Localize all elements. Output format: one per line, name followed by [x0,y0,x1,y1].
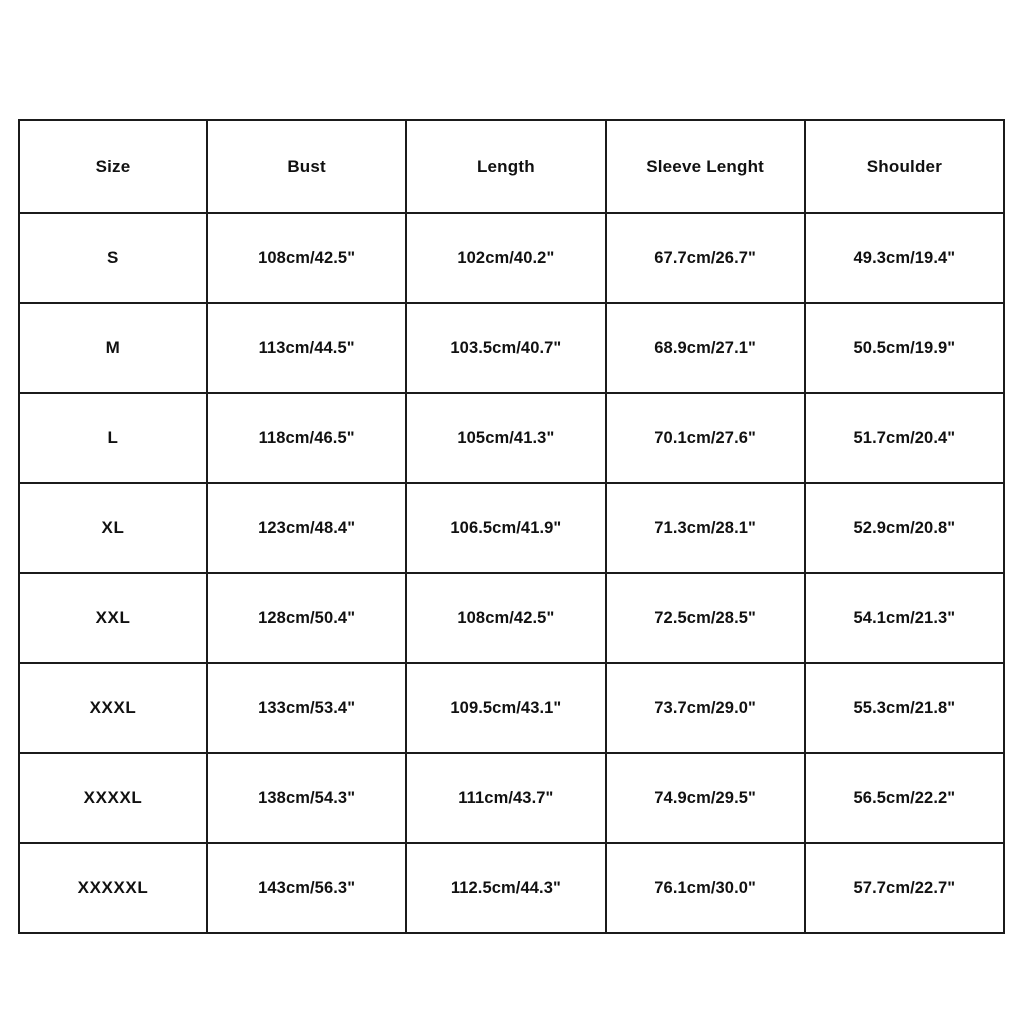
cell-size: S [18,212,208,304]
column-header-size: Size [18,119,208,214]
cell-shoulder: 55.3cm/21.8" [803,662,1006,754]
cell-bust: 108cm/42.5" [205,212,408,304]
cell-size: M [18,302,208,394]
column-header-bust: Bust [205,119,408,214]
cell-length: 103.5cm/40.7" [405,302,607,394]
cell-sleeve-length: 71.3cm/28.1" [604,482,806,574]
size-chart-page: Size Bust Length Sleeve Lenght Shoulder … [0,0,1024,1024]
column-header-sleeve-length: Sleeve Lenght [604,119,806,214]
cell-size: XXXXL [18,752,208,844]
cell-shoulder: 54.1cm/21.3" [803,572,1006,664]
column-header-length: Length [405,119,607,214]
cell-length: 105cm/41.3" [405,392,607,484]
cell-length: 106.5cm/41.9" [405,482,607,574]
cell-size: XXXL [18,662,208,754]
table-row: M 113cm/44.5" 103.5cm/40.7" 68.9cm/27.1"… [18,302,1006,394]
cell-shoulder: 52.9cm/20.8" [803,482,1006,574]
size-chart-table: Size Bust Length Sleeve Lenght Shoulder … [18,119,1006,934]
cell-sleeve-length: 73.7cm/29.0" [604,662,806,754]
cell-size: XL [18,482,208,574]
cell-bust: 138cm/54.3" [205,752,408,844]
table-row: L 118cm/46.5" 105cm/41.3" 70.1cm/27.6" 5… [18,392,1006,484]
cell-shoulder: 56.5cm/22.2" [803,752,1006,844]
cell-length: 112.5cm/44.3" [405,842,607,934]
cell-sleeve-length: 72.5cm/28.5" [604,572,806,664]
table-header: Size Bust Length Sleeve Lenght Shoulder [18,119,1006,214]
table-row: S 108cm/42.5" 102cm/40.2" 67.7cm/26.7" 4… [18,212,1006,304]
cell-bust: 123cm/48.4" [205,482,408,574]
cell-length: 111cm/43.7" [405,752,607,844]
cell-size: XXXXXL [18,842,208,934]
cell-size: L [18,392,208,484]
cell-shoulder: 57.7cm/22.7" [803,842,1006,934]
cell-shoulder: 49.3cm/19.4" [803,212,1006,304]
table-row: XXXXL 138cm/54.3" 111cm/43.7" 74.9cm/29.… [18,752,1006,844]
table-row: XL 123cm/48.4" 106.5cm/41.9" 71.3cm/28.1… [18,482,1006,574]
cell-shoulder: 51.7cm/20.4" [803,392,1006,484]
cell-shoulder: 50.5cm/19.9" [803,302,1006,394]
table-row: XXXL 133cm/53.4" 109.5cm/43.1" 73.7cm/29… [18,662,1006,754]
cell-sleeve-length: 74.9cm/29.5" [604,752,806,844]
cell-bust: 118cm/46.5" [205,392,408,484]
table-row: XXXXXL 143cm/56.3" 112.5cm/44.3" 76.1cm/… [18,842,1006,934]
cell-bust: 133cm/53.4" [205,662,408,754]
table-row: XXL 128cm/50.4" 108cm/42.5" 72.5cm/28.5"… [18,572,1006,664]
cell-bust: 128cm/50.4" [205,572,408,664]
table-body: S 108cm/42.5" 102cm/40.2" 67.7cm/26.7" 4… [18,212,1006,934]
cell-sleeve-length: 68.9cm/27.1" [604,302,806,394]
column-header-shoulder: Shoulder [803,119,1006,214]
cell-length: 109.5cm/43.1" [405,662,607,754]
cell-bust: 143cm/56.3" [205,842,408,934]
cell-sleeve-length: 76.1cm/30.0" [604,842,806,934]
cell-size: XXL [18,572,208,664]
cell-sleeve-length: 70.1cm/27.6" [604,392,806,484]
cell-length: 108cm/42.5" [405,572,607,664]
size-chart-container: Size Bust Length Sleeve Lenght Shoulder … [18,119,1006,934]
cell-sleeve-length: 67.7cm/26.7" [604,212,806,304]
header-row: Size Bust Length Sleeve Lenght Shoulder [18,119,1006,214]
cell-bust: 113cm/44.5" [205,302,408,394]
cell-length: 102cm/40.2" [405,212,607,304]
